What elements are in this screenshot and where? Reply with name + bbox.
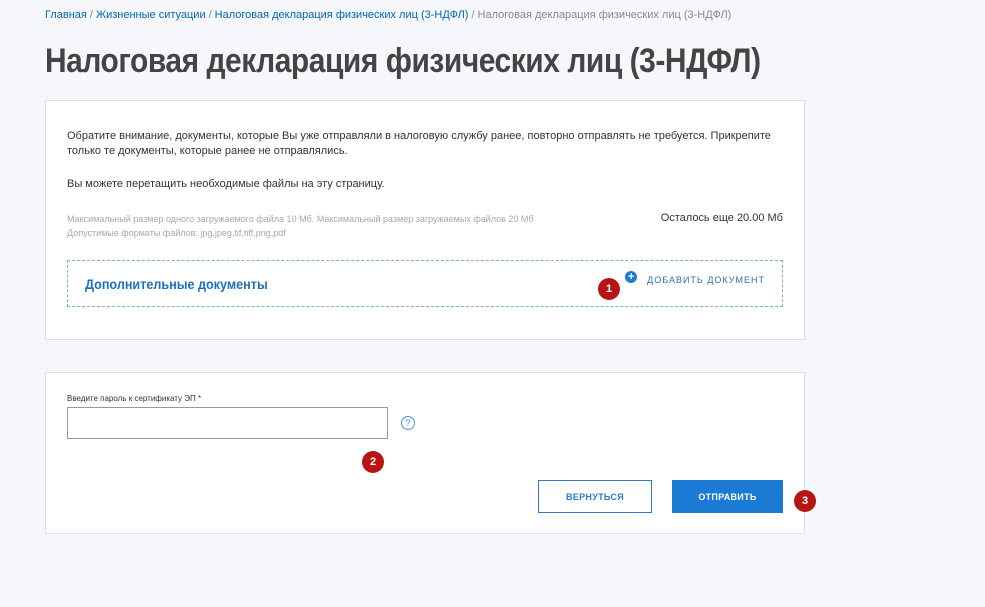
page-title: Налоговая декларация физических лиц (3-Н… [45,42,761,80]
certificate-password-label: Введите пароль к сертификату ЭП * [67,394,202,403]
breadcrumb-home[interactable]: Главная [45,9,87,21]
documents-card: Обратите внимание, документы, которые Вы… [45,100,805,340]
file-limits: Максимальный размер одного загружаемого … [67,212,534,240]
breadcrumb-separator: / [208,9,212,21]
annotation-marker-1: 1 [598,278,620,300]
annotation-marker-2: 2 [362,451,384,473]
certificate-card: Введите пароль к сертификату ЭП * ? ВЕРН… [45,372,805,534]
add-document-label: ДОБАВИТЬ ДОКУМЕНТ [647,275,765,285]
breadcrumb: Главная / Жизненные ситуации / Налоговая дек… [45,9,731,21]
plus-icon: + [625,271,638,283]
breadcrumb-declaration[interactable]: Налоговая декларация физических лиц (3-Н… [215,9,469,21]
add-document-button[interactable]: + ДОБАВИТЬ ДОКУМЕНТ [625,271,765,285]
dropzone-title: Дополнительные документы [85,276,268,292]
breadcrumb-separator: / [471,9,475,21]
documents-notice: Обратите внимание, документы, которые Вы… [67,130,771,157]
file-size-limit: Максимальный размер одного загружаемого … [67,214,534,224]
remaining-space: Осталось еще 20.00 Мб [660,212,783,224]
annotation-marker-3: 3 [794,490,816,512]
drag-note: Вы можете перетащить необходимые файлы н… [67,178,385,190]
additional-documents-dropzone[interactable]: Дополнительные документы + ДОБАВИТЬ ДОКУ… [67,260,783,307]
send-button[interactable]: ОТПРАВИТЬ [672,480,783,513]
breadcrumb-life-situations[interactable]: Жизненные ситуации [96,9,206,21]
breadcrumb-current: Налоговая декларация физических лиц (3-Н… [477,9,732,21]
file-format-limit: Допустимые форматы файлов: jpg,jpeg,tif,… [67,228,286,238]
help-icon[interactable]: ? [401,416,415,430]
certificate-password-input[interactable] [67,407,388,439]
back-button[interactable]: ВЕРНУТЬСЯ [538,480,652,513]
breadcrumb-separator: / [89,9,93,21]
